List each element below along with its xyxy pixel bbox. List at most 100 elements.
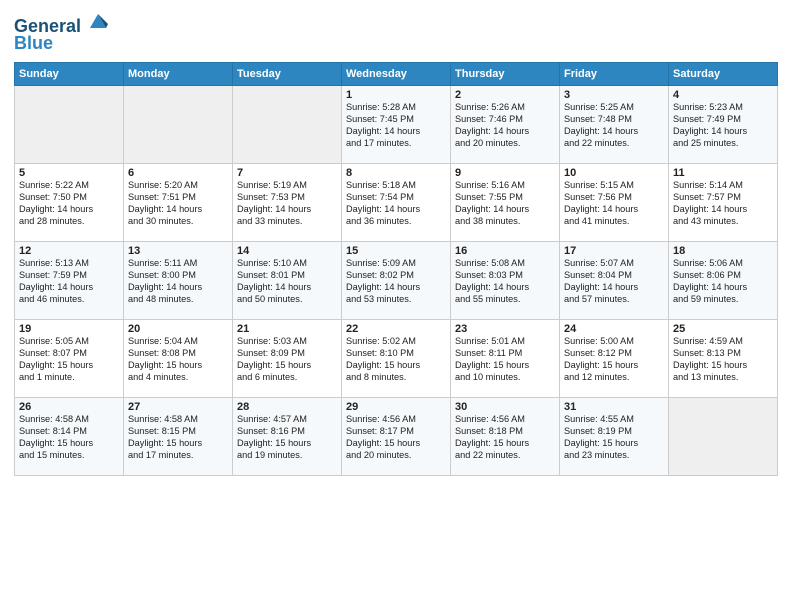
cell-info-line: Sunset: 8:06 PM — [673, 270, 773, 282]
cell-info-line: Sunrise: 5:28 AM — [346, 102, 446, 114]
cell-info-line: Daylight: 15 hours — [564, 360, 664, 372]
cell-info-line: Sunset: 8:07 PM — [19, 348, 119, 360]
cell-info-line: Sunrise: 5:09 AM — [346, 258, 446, 270]
calendar-cell: 15Sunrise: 5:09 AMSunset: 8:02 PMDayligh… — [342, 241, 451, 319]
day-number: 31 — [564, 401, 664, 413]
cell-info-line: Sunset: 7:54 PM — [346, 192, 446, 204]
cell-info-line: Daylight: 14 hours — [346, 204, 446, 216]
calendar-cell: 31Sunrise: 4:55 AMSunset: 8:19 PMDayligh… — [560, 397, 669, 475]
calendar-cell: 17Sunrise: 5:07 AMSunset: 8:04 PMDayligh… — [560, 241, 669, 319]
cell-info-line: Sunrise: 4:57 AM — [237, 414, 337, 426]
cell-info-line: and 25 minutes. — [673, 138, 773, 150]
cell-info-line: Sunset: 8:17 PM — [346, 426, 446, 438]
cell-info-line: and 53 minutes. — [346, 294, 446, 306]
cell-info-line: Daylight: 15 hours — [564, 438, 664, 450]
day-number: 17 — [564, 245, 664, 257]
cell-info-line: and 22 minutes. — [564, 138, 664, 150]
day-number: 6 — [128, 167, 228, 179]
cell-info-line: Sunrise: 4:56 AM — [455, 414, 555, 426]
cell-info-line: Sunrise: 5:06 AM — [673, 258, 773, 270]
calendar-table: SundayMondayTuesdayWednesdayThursdayFrid… — [14, 62, 778, 476]
day-number: 19 — [19, 323, 119, 335]
cell-info-line: Daylight: 14 hours — [564, 126, 664, 138]
logo-icon — [88, 10, 108, 30]
cell-info-line: and 23 minutes. — [564, 450, 664, 462]
cell-info-line: Sunrise: 5:20 AM — [128, 180, 228, 192]
cell-info-line: Daylight: 15 hours — [237, 360, 337, 372]
cell-info-line: Sunset: 8:13 PM — [673, 348, 773, 360]
day-number: 3 — [564, 89, 664, 101]
cell-info-line: Sunrise: 5:08 AM — [455, 258, 555, 270]
weekday-header: Sunday — [15, 62, 124, 85]
cell-info-line: Sunset: 8:15 PM — [128, 426, 228, 438]
weekday-header: Saturday — [669, 62, 778, 85]
day-number: 16 — [455, 245, 555, 257]
cell-info-line: and 20 minutes. — [346, 450, 446, 462]
cell-info-line: Sunset: 7:55 PM — [455, 192, 555, 204]
day-number: 21 — [237, 323, 337, 335]
cell-info-line: Sunrise: 5:22 AM — [19, 180, 119, 192]
day-number: 26 — [19, 401, 119, 413]
day-number: 11 — [673, 167, 773, 179]
cell-info-line: Sunset: 7:57 PM — [673, 192, 773, 204]
cell-info-line: Sunset: 8:18 PM — [455, 426, 555, 438]
calendar-cell: 28Sunrise: 4:57 AMSunset: 8:16 PMDayligh… — [233, 397, 342, 475]
weekday-header: Tuesday — [233, 62, 342, 85]
cell-info-line: Sunset: 7:50 PM — [19, 192, 119, 204]
cell-info-line: Sunset: 8:14 PM — [19, 426, 119, 438]
cell-info-line: Sunset: 7:49 PM — [673, 114, 773, 126]
cell-info-line: Sunset: 7:48 PM — [564, 114, 664, 126]
cell-info-line: Sunset: 8:11 PM — [455, 348, 555, 360]
calendar-cell — [233, 85, 342, 163]
day-number: 10 — [564, 167, 664, 179]
cell-info-line: Sunset: 8:12 PM — [564, 348, 664, 360]
cell-info-line: and 38 minutes. — [455, 216, 555, 228]
calendar-cell: 23Sunrise: 5:01 AMSunset: 8:11 PMDayligh… — [451, 319, 560, 397]
cell-info-line: Daylight: 14 hours — [673, 282, 773, 294]
cell-info-line: Daylight: 14 hours — [237, 204, 337, 216]
day-number: 15 — [346, 245, 446, 257]
cell-info-line: Sunrise: 4:56 AM — [346, 414, 446, 426]
day-number: 20 — [128, 323, 228, 335]
cell-info-line: Sunset: 8:01 PM — [237, 270, 337, 282]
cell-info-line: Daylight: 14 hours — [455, 282, 555, 294]
cell-info-line: Sunset: 7:46 PM — [455, 114, 555, 126]
calendar-cell: 7Sunrise: 5:19 AMSunset: 7:53 PMDaylight… — [233, 163, 342, 241]
cell-info-line: Daylight: 14 hours — [19, 282, 119, 294]
calendar-cell: 9Sunrise: 5:16 AMSunset: 7:55 PMDaylight… — [451, 163, 560, 241]
cell-info-line: and 28 minutes. — [19, 216, 119, 228]
weekday-header: Thursday — [451, 62, 560, 85]
cell-info-line: and 15 minutes. — [19, 450, 119, 462]
main-container: General Blue SundayMondayTuesdayWednesda… — [0, 0, 792, 486]
cell-info-line: Sunset: 7:45 PM — [346, 114, 446, 126]
cell-info-line: Daylight: 14 hours — [564, 282, 664, 294]
cell-info-line: Daylight: 14 hours — [128, 282, 228, 294]
cell-info-line: Sunset: 8:02 PM — [346, 270, 446, 282]
weekday-header: Monday — [124, 62, 233, 85]
cell-info-line: Sunrise: 5:25 AM — [564, 102, 664, 114]
calendar-cell: 5Sunrise: 5:22 AMSunset: 7:50 PMDaylight… — [15, 163, 124, 241]
cell-info-line: Daylight: 15 hours — [455, 438, 555, 450]
cell-info-line: Sunrise: 5:14 AM — [673, 180, 773, 192]
day-number: 25 — [673, 323, 773, 335]
calendar-cell: 18Sunrise: 5:06 AMSunset: 8:06 PMDayligh… — [669, 241, 778, 319]
day-number: 14 — [237, 245, 337, 257]
calendar-cell: 12Sunrise: 5:13 AMSunset: 7:59 PMDayligh… — [15, 241, 124, 319]
cell-info-line: Daylight: 15 hours — [346, 438, 446, 450]
calendar-cell: 1Sunrise: 5:28 AMSunset: 7:45 PMDaylight… — [342, 85, 451, 163]
cell-info-line: Sunset: 8:04 PM — [564, 270, 664, 282]
calendar-cell: 27Sunrise: 4:58 AMSunset: 8:15 PMDayligh… — [124, 397, 233, 475]
cell-info-line: Daylight: 14 hours — [673, 204, 773, 216]
cell-info-line: Sunrise: 4:59 AM — [673, 336, 773, 348]
day-number: 5 — [19, 167, 119, 179]
cell-info-line: Daylight: 14 hours — [128, 204, 228, 216]
cell-info-line: and 8 minutes. — [346, 372, 446, 384]
cell-info-line: Sunrise: 5:03 AM — [237, 336, 337, 348]
cell-info-line: Daylight: 15 hours — [673, 360, 773, 372]
cell-info-line: and 1 minute. — [19, 372, 119, 384]
cell-info-line: Sunrise: 5:10 AM — [237, 258, 337, 270]
day-number: 4 — [673, 89, 773, 101]
cell-info-line: Sunrise: 5:04 AM — [128, 336, 228, 348]
calendar-cell: 16Sunrise: 5:08 AMSunset: 8:03 PMDayligh… — [451, 241, 560, 319]
cell-info-line: and 36 minutes. — [346, 216, 446, 228]
